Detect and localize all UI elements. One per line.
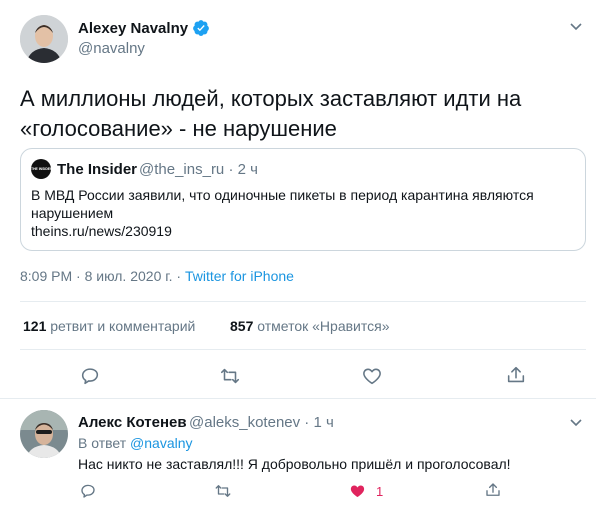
reply-retweet-icon[interactable] (213, 482, 233, 500)
reply-author-avatar[interactable] (20, 410, 68, 458)
share-icon[interactable] (505, 364, 527, 386)
author-handle[interactable]: @navalny (78, 40, 145, 57)
reply-author-name[interactable]: Алекс Котенев (78, 414, 187, 431)
author-avatar[interactable] (20, 15, 68, 63)
quoted-author-avatar: THE INSIDER (31, 159, 51, 179)
reply-reply-icon[interactable] (79, 482, 97, 500)
reply-author-handle[interactable]: @aleks_kotenev (189, 414, 300, 431)
retweet-icon[interactable] (218, 365, 242, 387)
quoted-meta: @the_ins_ru · 2 ч (139, 161, 258, 178)
in-reply-handle[interactable]: @navalny (130, 435, 192, 451)
quoted-text: В МВД России заявили, что одиночные пике… (31, 186, 534, 240)
quoted-author-handle: @the_ins_ru (139, 161, 225, 178)
verified-badge-icon (192, 19, 210, 37)
likes-count: 857 (230, 318, 254, 334)
quoted-separator: · (228, 161, 234, 178)
reply-meta: @aleks_kotenev · 1 ч (189, 414, 334, 431)
retweets-count: 121 (23, 318, 47, 334)
quoted-text-line1: В МВД России заявили, что одиночные пике… (31, 187, 534, 203)
more-options-chevron-icon[interactable] (568, 18, 584, 34)
tweet-timestamp[interactable]: 8:09 PM · 8 июл. 2020 г. · (20, 268, 181, 284)
quoted-text-line2: нарушением (31, 205, 114, 221)
quoted-link[interactable]: theins.ru/news/230919 (31, 222, 534, 240)
reply-time[interactable]: 1 ч (313, 414, 333, 431)
author-name[interactable]: Alexey Navalny (78, 20, 188, 37)
quoted-author-name: The Insider (57, 161, 138, 178)
likes-stat[interactable]: 857 отметок «Нравится» (230, 318, 390, 334)
quoted-time: 2 ч (237, 161, 258, 178)
reply-separator: · (304, 414, 310, 431)
in-reply-prefix: В ответ (78, 435, 127, 451)
tweet-text-line1: А миллионы людей, которых заставляют идт… (20, 86, 522, 111)
reply-share-icon[interactable] (484, 481, 502, 499)
reply-like-count: 1 (376, 484, 384, 499)
reply-text: Нас никто не заставлял!!! Я добровольно … (78, 456, 511, 472)
divider (0, 398, 596, 399)
reply-icon[interactable] (79, 365, 101, 387)
tweet-text: А миллионы людей, которых заставляют идт… (20, 84, 521, 144)
likes-label: отметок «Нравится» (257, 318, 390, 334)
divider (20, 349, 586, 350)
in-reply-to: В ответ @navalny (78, 435, 193, 451)
like-heart-icon[interactable] (361, 365, 383, 387)
retweets-label: ретвит и комментарий (50, 318, 196, 334)
tweet-source[interactable]: Twitter for iPhone (185, 268, 294, 284)
tweet-text-line2: «голосование» - не нарушение (20, 116, 337, 141)
quoted-avatar-text: THE INSIDER (31, 167, 51, 171)
retweets-stat[interactable]: 121 ретвит и комментарий (23, 318, 195, 334)
divider (20, 301, 586, 302)
reply-like-heart-icon[interactable] (348, 482, 367, 500)
tweet-timestamp-row: 8:09 PM · 8 июл. 2020 г. · Twitter for i… (20, 268, 294, 284)
reply-more-chevron-icon[interactable] (568, 414, 584, 430)
